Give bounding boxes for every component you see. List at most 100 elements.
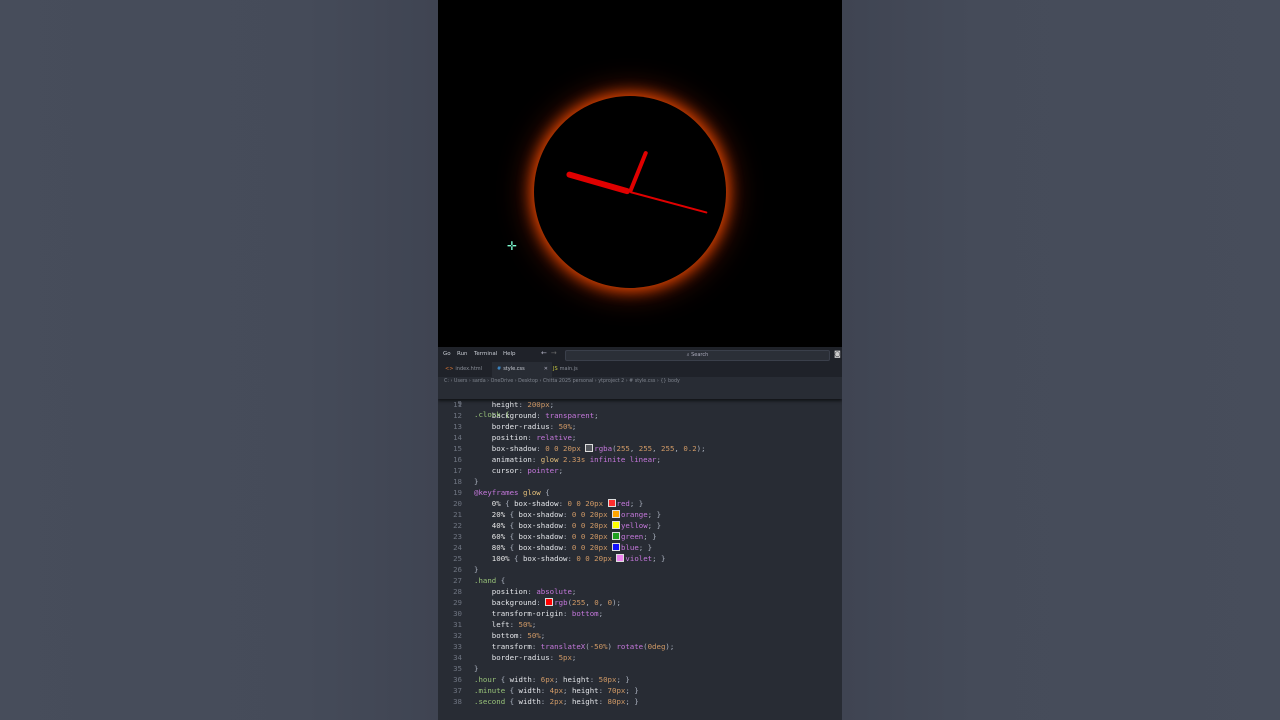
line-number: 34	[453, 653, 462, 662]
code-token: orange	[620, 510, 648, 519]
code-line[interactable]: 32 bottom: 50%;	[438, 630, 842, 641]
color-swatch[interactable]	[585, 444, 594, 452]
forward-arrow-icon[interactable]: →	[551, 349, 557, 357]
code-token: :	[563, 543, 572, 552]
code-line[interactable]: 19 @keyframes glow {	[438, 487, 842, 498]
code-line[interactable]: 17 cursor: pointer;	[438, 465, 842, 476]
code-token: :	[536, 411, 546, 420]
breadcrumb-path[interactable]: C: › Users › sarda › OneDrive › Desktop …	[444, 379, 680, 384]
code-token: animation	[474, 455, 532, 464]
clock[interactable]	[534, 96, 726, 288]
code-token: :	[563, 521, 572, 530]
code-text: }	[474, 564, 478, 575]
code-token: background	[474, 598, 537, 607]
code-token: ; }	[638, 543, 653, 552]
code-text: 80% { box-shadow: 0 0 20px blue; }	[474, 542, 652, 553]
code-token: ; }	[616, 675, 630, 684]
code-token: glow	[522, 488, 541, 497]
color-swatch[interactable]	[611, 532, 620, 540]
code-token: :	[536, 598, 546, 607]
code-line[interactable]: 26}	[438, 564, 842, 575]
code-line[interactable]: 38 .second { width: 2px; height: 80px; }	[438, 696, 842, 707]
code-token: pointer	[527, 466, 559, 475]
line-number: 37	[453, 686, 462, 695]
color-swatch[interactable]	[611, 521, 620, 529]
menu-run[interactable]: Run	[457, 351, 468, 357]
code-line[interactable]: 22 40% { box-shadow: 0 0 20px yellow; }	[438, 520, 842, 531]
code-line[interactable]: 21 20% { box-shadow: 0 0 20px orange; }	[438, 509, 842, 520]
code-token: {	[505, 697, 519, 706]
code-token: 0.2	[683, 444, 697, 453]
code-token: glow	[540, 455, 564, 464]
back-arrow-icon[interactable]: ←	[541, 349, 547, 357]
code-line[interactable]: 33 transform: translateX(-50%) rotate(0d…	[438, 641, 842, 652]
code-line[interactable]: 14 position: relative;	[438, 432, 842, 443]
code-text: border-radius: 50%;	[474, 421, 577, 432]
menu-go[interactable]: Go	[443, 351, 451, 357]
color-swatch[interactable]	[611, 510, 620, 518]
command-search-box[interactable]: ⌕ Search	[565, 350, 830, 361]
code-token: ;	[571, 433, 577, 442]
code-line[interactable]: 16 animation: glow 2.33s infinite linear…	[438, 454, 842, 465]
code-line[interactable]: 29 background: rgb(255, 0, 0);	[438, 597, 842, 608]
color-swatch[interactable]	[607, 499, 616, 507]
line-number: 17	[453, 466, 462, 475]
code-token: height	[563, 675, 590, 684]
code-token: ;	[598, 609, 604, 618]
line-number: 15	[453, 444, 462, 453]
code-token: {	[505, 510, 519, 519]
menu-help[interactable]: Help	[503, 351, 516, 357]
code-token: :	[563, 510, 572, 519]
code-token: rgb	[554, 598, 568, 607]
code-line[interactable]: 18}	[438, 476, 842, 487]
code-token: 80px	[607, 697, 626, 706]
tab-index-html[interactable]: <> index.html	[440, 362, 487, 377]
code-token: 70px	[607, 686, 626, 695]
code-token: position	[474, 587, 528, 596]
video-frame: ✛ Go Run Terminal Help ← → ⌕ Search ◙ <> i…	[438, 0, 842, 720]
code-line[interactable]: 30 transform-origin: bottom;	[438, 608, 842, 619]
code-line[interactable]: 28 position: absolute;	[438, 586, 842, 597]
code-line[interactable]: 24 80% { box-shadow: 0 0 20px blue; }	[438, 542, 842, 553]
code-token: 255	[572, 598, 586, 607]
code-token: 0 0 20px	[545, 444, 586, 453]
code-line[interactable]: 13 border-radius: 50%;	[438, 421, 842, 432]
color-swatch[interactable]	[616, 554, 625, 562]
code-line[interactable]: 31 left: 50%;	[438, 619, 842, 630]
code-text: left: 50%;	[474, 619, 537, 630]
color-swatch[interactable]	[611, 543, 620, 551]
code-token: 0%	[474, 499, 501, 508]
color-swatch[interactable]	[545, 598, 554, 606]
line-number: 33	[453, 642, 462, 651]
code-line[interactable]: 37 .minute { width: 4px; height: 70px; }	[438, 685, 842, 696]
code-line[interactable]: 36 .hour { width: 6px; height: 50px; }	[438, 674, 842, 685]
copilot-icon[interactable]: ◙	[834, 350, 841, 358]
line-number: 24	[453, 543, 462, 552]
code-editor[interactable]: 9 .clock { 10 width: 200px;11 height: 20…	[438, 387, 842, 720]
code-line[interactable]: 15 box-shadow: 0 0 20px rgba(255, 255, 2…	[438, 443, 842, 454]
code-token: ;	[571, 422, 577, 431]
code-token: 0 0 20px	[571, 543, 612, 552]
background-right	[842, 0, 1280, 720]
code-text: animation: glow 2.33s infinite linear;	[474, 454, 661, 465]
code-token: ,	[652, 444, 662, 453]
code-line[interactable]: 34 border-radius: 5px;	[438, 652, 842, 663]
code-line[interactable]: 23 60% { box-shadow: 0 0 20px green; }	[438, 531, 842, 542]
code-token: );	[665, 642, 675, 651]
line-number: 14	[453, 433, 462, 442]
code-line[interactable]: 35}	[438, 663, 842, 674]
code-token: blue	[620, 543, 639, 552]
tab-main-js[interactable]: JS main.js	[548, 362, 583, 377]
line-number: 28	[453, 587, 462, 596]
code-token: {	[505, 532, 519, 541]
line-number: 21	[453, 510, 462, 519]
code-line[interactable]: 27 .hand {	[438, 575, 842, 586]
tab-style-css[interactable]: # style.css ✕	[492, 362, 552, 377]
code-token: cursor	[474, 466, 519, 475]
code-token: box-shadow	[522, 554, 568, 563]
code-text: .hand {	[474, 575, 505, 586]
code-line[interactable]: 25 100% { box-shadow: 0 0 20px violet; }	[438, 553, 842, 564]
line-number: 18	[453, 477, 462, 486]
code-line[interactable]: 20 0% { box-shadow: 0 0 20px red; }	[438, 498, 842, 509]
menu-terminal[interactable]: Terminal	[474, 351, 497, 357]
